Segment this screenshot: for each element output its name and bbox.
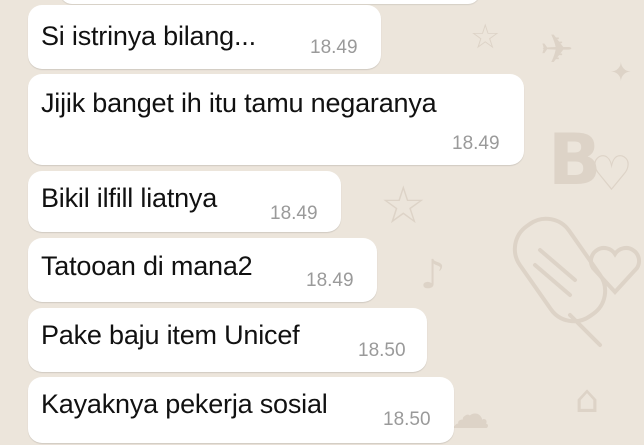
message-time: 18.49 <box>452 133 500 154</box>
message-bubble[interactable]: Pake baju item Unicef 18.50 <box>28 308 427 372</box>
message-bubble[interactable]: Si istrinya bilang... 18.49 <box>28 5 381 69</box>
message-time: 18.49 <box>306 270 354 291</box>
message-bubble[interactable]: Kayaknya pekerja sosial 18.50 <box>28 377 454 443</box>
message-bubble[interactable]: Tatooan di mana2 18.49 <box>28 238 377 302</box>
message-time: 18.49 <box>310 37 358 58</box>
message-text: Pake baju item Unicef <box>41 320 300 350</box>
message-time: 18.50 <box>358 340 406 361</box>
message-text: Bikil ilfill liatnya <box>41 183 218 213</box>
message-text: Tatooan di mana2 <box>41 251 253 281</box>
message-text: Si istrinya bilang... <box>41 21 256 51</box>
message-list: Si istrinya bilang... 18.49 Jijik banget… <box>0 0 644 445</box>
message-bubble[interactable]: Bikil ilfill liatnya 18.49 <box>28 171 341 232</box>
message-bubble[interactable]: Jijik banget ih itu tamu negaranya 18.49 <box>28 74 524 165</box>
message-text: Kayaknya pekerja sosial <box>41 389 328 419</box>
message-text: Jijik banget ih itu tamu negaranya <box>41 88 437 118</box>
message-time: 18.50 <box>383 409 431 430</box>
message-time: 18.49 <box>270 203 318 224</box>
